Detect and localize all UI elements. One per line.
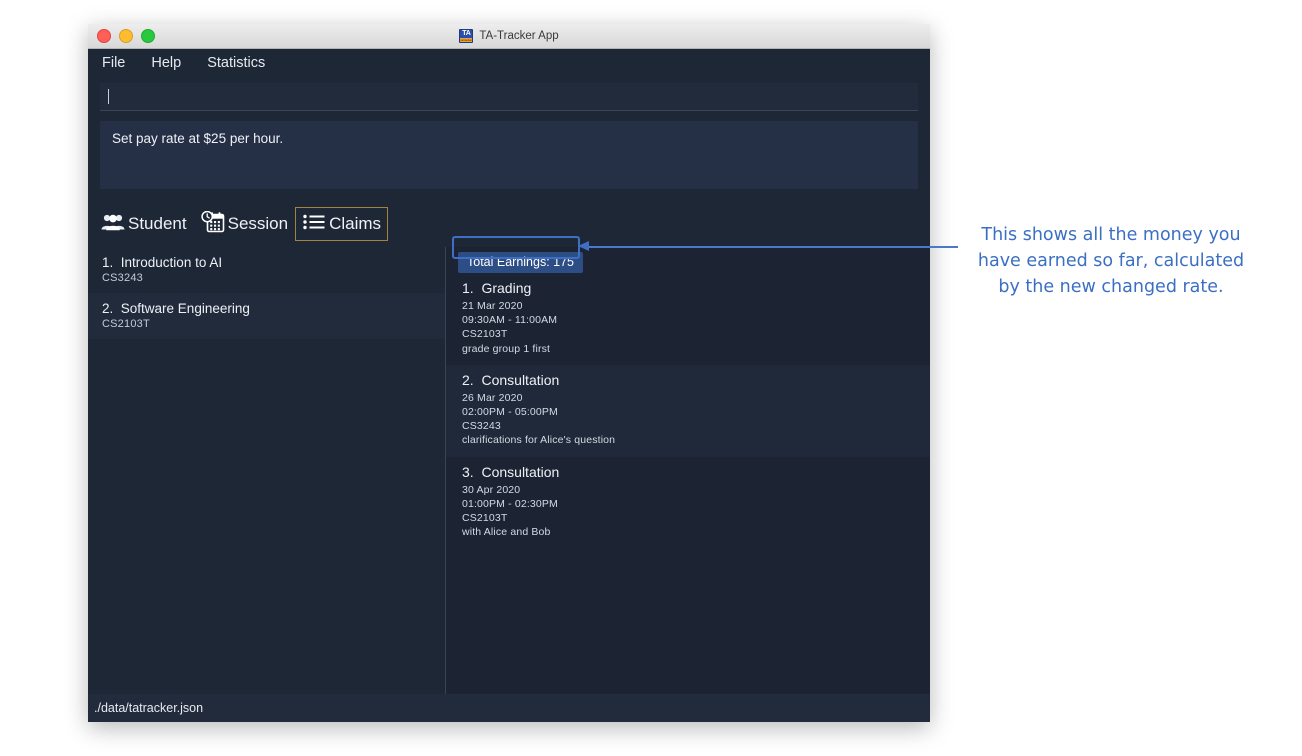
text-caret <box>108 89 109 104</box>
window-titlebar[interactable]: TA tatracker TA-Tracker App <box>88 24 930 49</box>
claim-time: 02:00PM - 05:00PM <box>462 406 558 419</box>
minimize-button[interactable] <box>119 29 133 43</box>
claim-title: 1. Grading <box>462 280 930 296</box>
people-icon <box>101 212 125 237</box>
content-panels: 1. Introduction to AI CS3243 2. Software… <box>88 247 930 704</box>
result-display: Set pay rate at $25 per hour. <box>100 121 918 189</box>
tab-claims[interactable]: Claims <box>295 207 389 241</box>
tab-session[interactable]: Session <box>194 207 295 241</box>
zoom-button[interactable] <box>141 29 155 43</box>
window-title-group: TA tatracker TA-Tracker App <box>88 24 930 48</box>
tab-student-label: Student <box>128 214 187 233</box>
module-code: CS2103T <box>102 318 150 330</box>
calendar-clock-icon <box>200 210 225 238</box>
list-item[interactable]: 2. Software Engineering CS2103T <box>88 293 445 339</box>
list-icon <box>302 212 326 237</box>
ta-tracker-icon: TA tatracker <box>459 29 474 43</box>
claim-title: 2. Consultation <box>462 372 930 388</box>
list-item[interactable]: 3. Consultation 30 Apr 2020 01:00PM - 02… <box>446 456 930 549</box>
tab-bar: Student Session Claims <box>94 207 930 241</box>
claim-type: Grading <box>481 280 532 296</box>
claim-module: CS2103T <box>462 512 508 525</box>
claim-title: 3. Consultation <box>462 464 930 480</box>
claim-type: Consultation <box>481 371 560 388</box>
claim-module: CS2103T <box>462 328 508 341</box>
app-icon-text: TA <box>462 30 471 37</box>
annotation-leader-line <box>586 246 958 248</box>
claim-index: 1. <box>462 280 474 296</box>
module-name: Introduction to AI <box>120 255 223 270</box>
app-window: TA tatracker TA-Tracker App File Help St… <box>88 24 930 722</box>
claim-time: 01:00PM - 02:30PM <box>462 497 558 510</box>
module-title: 1. Introduction to AI <box>102 255 445 270</box>
app-icon-subtext: tatracker <box>460 38 473 42</box>
annotation-arrowhead <box>578 241 589 251</box>
claim-description: with Alice and Bob <box>462 526 551 539</box>
screenshot-root: TA tatracker TA-Tracker App File Help St… <box>0 0 1302 756</box>
tab-claims-label: Claims <box>329 214 382 233</box>
list-item[interactable]: 1. Grading 21 Mar 2020 09:30AM - 11:00AM… <box>446 273 930 365</box>
total-earnings-badge: Total Earnings: 175 <box>458 252 584 273</box>
window-title: TA-Tracker App <box>479 30 559 42</box>
status-bar-path: ./data/tatracker.json <box>94 701 204 715</box>
claim-description: clarifications for Alice's question <box>462 434 616 447</box>
module-list-panel: 1. Introduction to AI CS3243 2. Software… <box>88 247 446 704</box>
claim-index: 3. <box>462 463 474 480</box>
claim-time: 09:30AM - 11:00AM <box>462 314 558 327</box>
module-index: 1. <box>102 255 114 270</box>
claim-module: CS3243 <box>462 420 501 433</box>
claim-date: 26 Mar 2020 <box>462 391 523 404</box>
total-earnings-row: Total Earnings: 175 <box>446 247 930 273</box>
menu-bar: File Help Statistics <box>88 49 930 77</box>
list-item[interactable]: 1. Introduction to AI CS3243 <box>88 247 445 293</box>
claim-index: 2. <box>462 371 474 388</box>
command-input[interactable] <box>100 83 918 111</box>
tab-session-label: Session <box>227 214 289 233</box>
module-name: Software Engineering <box>120 301 250 316</box>
claim-type: Consultation <box>481 463 560 480</box>
annotation-text: This shows all the money you have earned… <box>977 225 1245 297</box>
close-button[interactable] <box>97 29 111 43</box>
window-controls[interactable] <box>97 24 155 48</box>
module-code: CS3243 <box>102 272 143 284</box>
module-index: 2. <box>102 301 114 316</box>
result-display-text: Set pay rate at $25 per hour. <box>112 131 284 146</box>
status-bar: ./data/tatracker.json <box>88 694 930 722</box>
menu-item-statistics[interactable]: Statistics <box>207 55 265 71</box>
claim-date: 21 Mar 2020 <box>462 300 523 312</box>
claim-description: grade group 1 first <box>462 342 551 355</box>
module-title: 2. Software Engineering <box>102 301 445 316</box>
claim-date: 30 Apr 2020 <box>462 483 521 496</box>
menu-item-help[interactable]: Help <box>151 55 181 71</box>
claims-list-panel: Total Earnings: 175 1. Grading 21 Mar 20… <box>446 247 930 704</box>
tab-student[interactable]: Student <box>94 207 194 241</box>
menu-item-file[interactable]: File <box>102 55 125 71</box>
list-item[interactable]: 2. Consultation 26 Mar 2020 02:00PM - 05… <box>446 364 930 457</box>
